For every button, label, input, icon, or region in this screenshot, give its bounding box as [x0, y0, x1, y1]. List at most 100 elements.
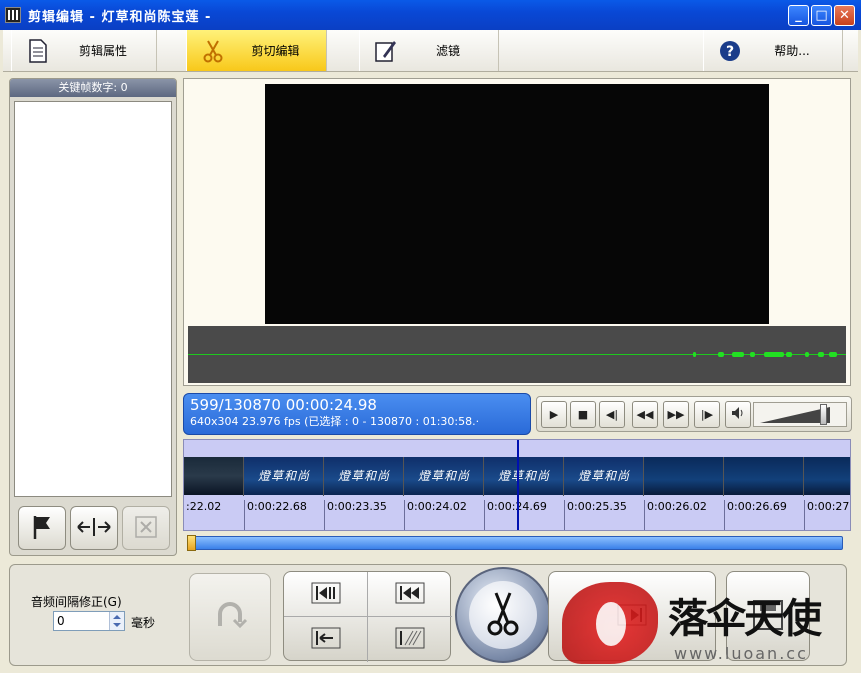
toolbar: 剪辑属性 剪切编辑 滤镜 ? 帮助... [3, 30, 858, 72]
step-forward-icon: |▶ [700, 408, 714, 421]
mute-button[interactable] [725, 401, 751, 428]
delete-icon [135, 515, 157, 541]
stop-button[interactable]: ■ [570, 401, 596, 428]
filmstrip-frame[interactable] [644, 457, 724, 496]
audio-offset-value[interactable]: 0 [57, 614, 65, 628]
delete-keyframe-button[interactable] [122, 506, 170, 550]
keyframe-panel: 关键帧数字: 0 [9, 78, 177, 556]
keyframe-count: 关键帧数字: 0 [10, 79, 176, 97]
audio-waveform [188, 326, 846, 383]
tab-label: 帮助... [774, 44, 810, 58]
filmstrip-frame[interactable]: 燈草和尚 [244, 457, 324, 496]
frame-caption: 燈草和尚 [258, 469, 311, 483]
filmstrip-frame[interactable]: 燈草和尚 [404, 457, 484, 496]
film-icon [5, 7, 21, 23]
audio-offset-unit: 毫秒 [131, 616, 156, 630]
rewind-icon: ◀◀ [636, 408, 654, 421]
rewind-button[interactable]: ◀◀ [632, 401, 658, 428]
edit-pen-icon [374, 39, 398, 63]
timeline-cursor[interactable] [517, 440, 519, 530]
video-properties: 640x304 23.976 fps (已选择 : 0 - 130870 : 0… [190, 415, 480, 428]
waveform-baseline [188, 354, 846, 355]
waveform-peak [718, 352, 724, 357]
minimize-button[interactable]: _ [788, 5, 809, 26]
mark-in-icon [311, 582, 341, 607]
frame-thumbnail [184, 457, 243, 495]
frame-timecode: 0:00:23.35 [324, 500, 404, 530]
tab-label: 剪切编辑 [251, 44, 300, 58]
frame-timecode: 0:00:22.68 [244, 500, 324, 530]
tab-cut-edit[interactable]: 剪切编辑 [186, 30, 327, 71]
frame-timecode: 0:00:27.3 [804, 500, 850, 530]
audio-offset-label: 音频间隔修正(G) [31, 595, 122, 609]
watermark-name: 落伞天使 [668, 595, 822, 642]
fast-forward-button[interactable]: ▶▶ [663, 401, 689, 428]
set-start-button[interactable] [284, 572, 368, 617]
watermark-logo [562, 582, 658, 664]
waveform-peak [786, 352, 792, 357]
frame-caption: 燈草和尚 [418, 469, 471, 483]
speaker-icon [730, 405, 746, 424]
next-frame-button[interactable]: |▶ [694, 401, 720, 428]
audio-offset-input[interactable]: 0 [53, 611, 125, 631]
frame-timecode: 0:00:26.69 [724, 500, 804, 530]
frame-timecode: 0:00:26.02 [644, 500, 724, 530]
timeline-scrollbar[interactable] [183, 535, 847, 553]
help-button[interactable]: ? 帮助... [703, 30, 843, 71]
frame-timecode: 0:00:25.35 [564, 500, 644, 530]
cut-left-icon [311, 627, 341, 652]
play-button[interactable]: ▶ [541, 401, 567, 428]
frame-caption: 燈草和尚 [578, 469, 631, 483]
frame-info-display: 599/130870 00:00:24.98 640x304 23.976 fp… [183, 393, 531, 435]
filmstrip-frame[interactable] [804, 457, 850, 496]
go-start-button[interactable] [368, 572, 452, 617]
spin-arrows[interactable] [109, 612, 124, 630]
hatched-range-icon [395, 627, 425, 652]
transport-controls: ▶ ■ ◀| ◀◀ ▶▶ |▶ [536, 396, 852, 432]
close-button[interactable]: ✕ [834, 5, 855, 26]
tab-label: 滤镜 [435, 44, 460, 58]
scrollbar-track[interactable] [187, 536, 843, 550]
filmstrip-frame[interactable]: 燈草和尚 [324, 457, 404, 496]
seek-start-icon [395, 582, 425, 607]
select-range-button[interactable] [368, 617, 452, 662]
filmstrip-frame[interactable]: 燈草和尚 [564, 457, 644, 496]
frame-timecode: 0:00:24.69 [484, 500, 564, 530]
undo-button[interactable] [189, 573, 271, 661]
waveform-peak [805, 352, 809, 357]
help-icon: ? [718, 39, 742, 63]
scissors-icon [486, 591, 520, 640]
volume-slider[interactable] [753, 402, 847, 427]
split-keyframe-button[interactable] [70, 506, 118, 550]
waveform-peak [764, 352, 784, 357]
tab-filter[interactable]: 滤镜 [359, 30, 499, 71]
preview-area [183, 78, 851, 386]
tab-label: 剪辑属性 [78, 44, 127, 58]
site-watermark: 落伞天使 www.luoan.cc [562, 582, 852, 668]
maximize-button[interactable]: □ [811, 5, 832, 26]
tab-clip-properties[interactable]: 剪辑属性 [11, 30, 157, 71]
selection-buttons [283, 571, 452, 662]
filmstrip-frame[interactable] [724, 457, 804, 496]
undo-arrow-icon [210, 596, 250, 639]
filmstrip-frame[interactable]: 燈草和尚 [484, 457, 564, 496]
window-title: 剪辑编辑 - 灯草和尚陈宝莲 - [28, 10, 212, 25]
title-bar: 剪辑编辑 - 灯草和尚陈宝莲 - _ □ ✕ [0, 0, 861, 30]
filmstrip-frame[interactable] [184, 457, 244, 496]
cut-button[interactable] [455, 567, 551, 663]
add-keyframe-button[interactable] [18, 506, 66, 550]
fast-forward-icon: ▶▶ [667, 408, 685, 421]
prev-frame-button[interactable]: ◀| [599, 401, 625, 428]
cut-before-button[interactable] [284, 617, 368, 662]
frame-caption: 燈草和尚 [338, 469, 391, 483]
volume-thumb[interactable] [820, 404, 827, 425]
document-icon [26, 38, 50, 63]
keyframe-list[interactable] [14, 101, 172, 497]
watermark-url: www.luoan.cc [674, 644, 808, 663]
frame-thumbnail [804, 457, 850, 495]
scrollbar-thumb[interactable] [187, 535, 196, 551]
waveform-peak [750, 352, 755, 357]
frame-timecode: 0:00:24.02 [404, 500, 484, 530]
flag-icon [30, 514, 54, 543]
timeline-filmstrip[interactable]: :22.02 燈草和尚 0:00:22.68 燈草和尚 0:00:23.35 燈草和尚 0:… [183, 439, 851, 531]
